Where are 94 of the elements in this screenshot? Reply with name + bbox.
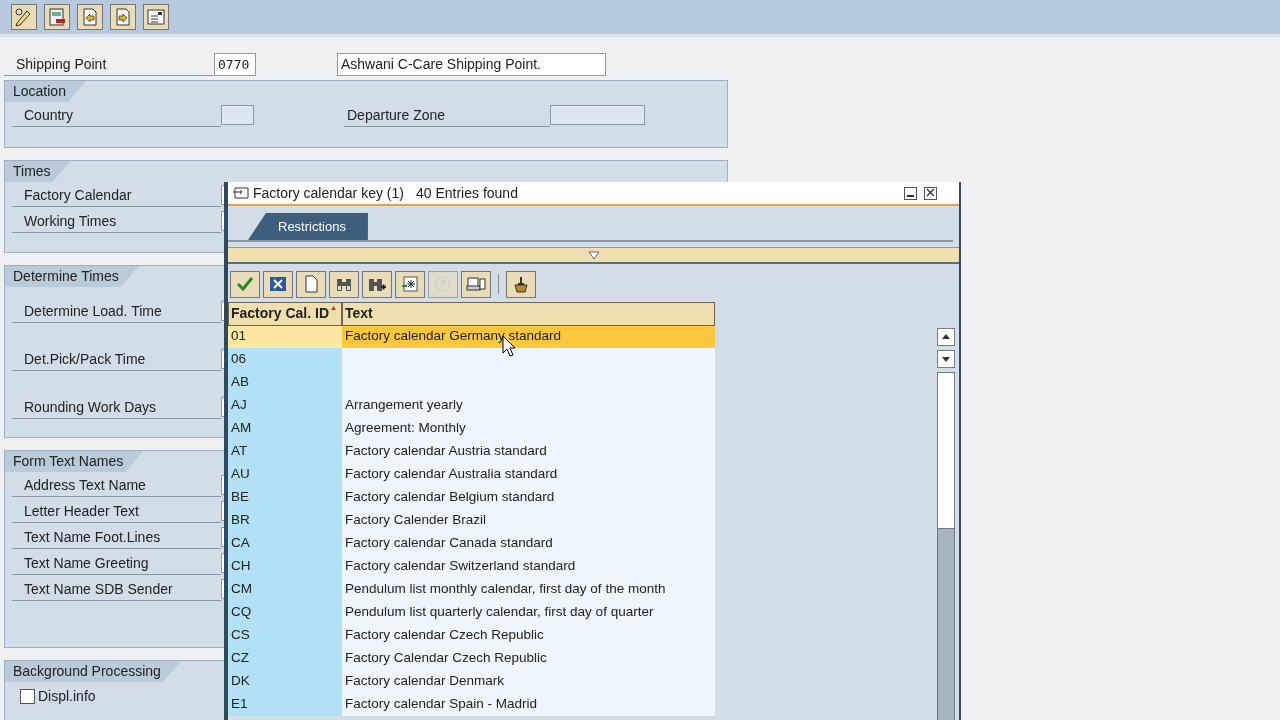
cancel-button[interactable] xyxy=(263,270,293,298)
close-icon xyxy=(926,187,935,197)
field-label: Shipping Point xyxy=(4,52,213,76)
triangle-down-icon xyxy=(587,250,600,260)
table-cell[interactable]: Factory calendar Austria standard xyxy=(342,440,715,463)
printer-icon xyxy=(466,274,486,294)
table-cell[interactable]: CZ xyxy=(228,647,342,670)
checkmark-icon xyxy=(235,274,255,294)
group-title: Times xyxy=(5,161,71,182)
table-cell[interactable]: CA xyxy=(228,532,342,555)
form-icon xyxy=(46,6,68,28)
table-cell[interactable]: Factory calendar Czech Republic xyxy=(342,624,715,647)
checkmark-button[interactable] xyxy=(230,270,260,298)
table-cell[interactable]: Factory calendar Belgium standard xyxy=(342,486,715,509)
input-field[interactable] xyxy=(550,105,645,125)
table-cell[interactable]: Agreement: Monthly xyxy=(342,417,715,440)
table-cell[interactable]: AT xyxy=(228,440,342,463)
table-cell[interactable]: Factory calendar Switzerland standard xyxy=(342,555,715,578)
table-cell[interactable]: BE xyxy=(228,486,342,509)
table-cell[interactable]: AJ xyxy=(228,394,342,417)
binoculars-button[interactable] xyxy=(329,270,359,298)
scroll-thumb[interactable] xyxy=(938,373,954,529)
table-cell[interactable]: AB xyxy=(228,371,342,394)
field-label: Det.Pick/Pack Time xyxy=(12,347,221,371)
field-label: Country xyxy=(12,103,221,127)
printer-button[interactable] xyxy=(461,270,491,298)
pencil-button[interactable] xyxy=(11,4,37,30)
mortar-button[interactable] xyxy=(506,270,536,298)
table-cell[interactable]: 06 xyxy=(228,348,342,371)
tab[interactable]: Restrictions xyxy=(248,213,368,240)
table-cell[interactable]: BR xyxy=(228,509,342,532)
group-title: Form Text Names xyxy=(5,451,144,472)
scrollbar[interactable] xyxy=(937,328,955,720)
table-cell[interactable]: CQ xyxy=(228,601,342,624)
table-cell[interactable] xyxy=(342,348,715,371)
table-cell[interactable]: CM xyxy=(228,578,342,601)
column-header[interactable]: Text xyxy=(342,302,715,326)
table-cell[interactable]: Factory calendar Spain - Madrid xyxy=(342,693,715,716)
table-cell[interactable]: CH xyxy=(228,555,342,578)
field-label: Letter Header Text xyxy=(12,499,221,523)
column-header[interactable]: Factory Cal. ID xyxy=(228,302,342,326)
table-cell[interactable]: Factory calendar Denmark xyxy=(342,670,715,693)
dialog-title: Factory calendar key (1) xyxy=(253,185,404,201)
table-cell[interactable]: Factory calendar Australia standard xyxy=(342,463,715,486)
field-label: Address Text Name xyxy=(12,473,221,497)
table-cell[interactable]: Arrangement yearly xyxy=(342,394,715,417)
document-icon xyxy=(145,6,167,28)
table-cell[interactable]: AM xyxy=(228,417,342,440)
table-cell[interactable]: DK xyxy=(228,670,342,693)
cancel-icon xyxy=(268,274,288,294)
minimize-icon xyxy=(907,194,914,197)
description-field: Ashwani C-Care Shipping Point. xyxy=(337,52,606,76)
blank-page-button[interactable] xyxy=(296,270,326,298)
sparkle-button[interactable] xyxy=(395,270,425,298)
table-cell[interactable]: E1 xyxy=(228,693,342,716)
field-label: Text Name Foot.Lines xyxy=(12,525,221,549)
field-label: Rounding Work Days xyxy=(12,395,221,419)
scroll-down-icon[interactable] xyxy=(937,350,955,368)
table-cell[interactable]: Factory Calender Brazil xyxy=(342,509,715,532)
field-label: Factory Calendar xyxy=(12,183,221,207)
form-button[interactable] xyxy=(44,4,70,30)
group-title: Determine Times xyxy=(5,266,139,287)
group-title: Location xyxy=(5,81,86,102)
table-cell[interactable]: Pendulum list quarterly calendar, first day of quarter xyxy=(342,601,715,624)
close-button[interactable] xyxy=(924,186,937,200)
table-cell[interactable]: Pendulum list monthly calendar, first day of the month xyxy=(342,578,715,601)
checkbox-label: Displ.info xyxy=(38,688,96,704)
field-label: Departure Zone xyxy=(344,103,550,127)
next-page-button[interactable] xyxy=(110,4,136,30)
group-title: Background Processing xyxy=(5,661,181,682)
mortar-icon xyxy=(511,274,531,294)
field-label: Text Name Greeting xyxy=(12,551,221,575)
table-cell[interactable]: AU xyxy=(228,463,342,486)
field-label: Determine Load. Time xyxy=(12,299,221,323)
table-cell[interactable]: Factory Calendar Czech Republic xyxy=(342,647,715,670)
minimize-button[interactable] xyxy=(904,186,917,200)
previous-page-button[interactable] xyxy=(77,4,103,30)
window-icon xyxy=(232,186,250,200)
table-cell[interactable]: CS xyxy=(228,624,342,647)
document-button[interactable] xyxy=(143,4,169,30)
sort-ascending-icon xyxy=(331,306,337,310)
field-label: Working Times xyxy=(12,209,221,233)
table-cell[interactable]: 01 xyxy=(228,325,342,348)
field-label: Text Name SDB Sender xyxy=(12,577,221,601)
input-field[interactable] xyxy=(221,105,254,125)
checkbox[interactable] xyxy=(20,688,35,704)
table-cell[interactable]: Factory calendar Germany standard xyxy=(342,325,715,348)
input-field[interactable]: 0770 xyxy=(214,52,256,76)
collapse-bar[interactable] xyxy=(228,247,959,264)
entries-count: 40 Entries found xyxy=(415,185,518,201)
binoculars-plus-button[interactable] xyxy=(362,270,392,298)
table-cell[interactable]: Factory calendar Canada standard xyxy=(342,532,715,555)
scroll-up-icon[interactable] xyxy=(937,328,955,346)
sparkle-icon xyxy=(400,274,420,294)
